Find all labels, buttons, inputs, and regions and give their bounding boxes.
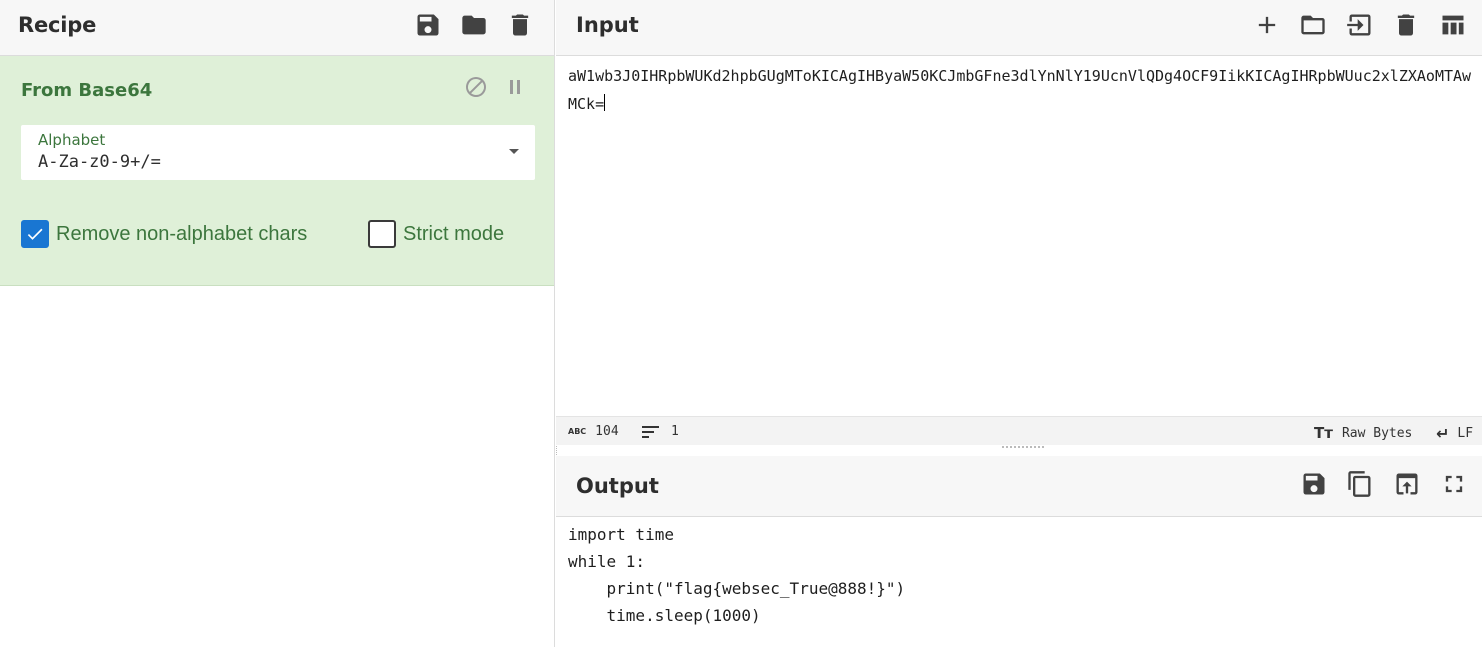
recipe-header: Recipe bbox=[0, 0, 554, 56]
alphabet-select[interactable]: Alphabet A-Za-z0-9+/= bbox=[21, 125, 535, 180]
output-panel: Output import time while 1: print("flag{… bbox=[556, 456, 1482, 647]
replace-input-button[interactable] bbox=[1392, 469, 1422, 499]
input-panel: Input aW1wb3J0IHRpbWUKd2hpbGUgMToKICAgIH… bbox=[556, 0, 1482, 445]
save-icon bbox=[1303, 473, 1325, 495]
output-textarea[interactable]: import time while 1: print("flag{websec_… bbox=[568, 521, 905, 629]
input-eol-button[interactable]: ↵ LF bbox=[1436, 424, 1473, 443]
output-title: Output bbox=[576, 474, 659, 498]
recipe-panel: Recipe From Base64 Alphabet A-Za-z0-9+/= bbox=[0, 0, 555, 647]
import-icon bbox=[1347, 14, 1371, 36]
input-lines-stat: 1 bbox=[642, 424, 679, 439]
input-length: 104 bbox=[595, 424, 619, 439]
maximise-output-button[interactable] bbox=[1439, 469, 1469, 499]
checkmark-icon bbox=[27, 228, 43, 240]
io-resize-handle[interactable] bbox=[1002, 446, 1044, 450]
load-recipe-button[interactable] bbox=[459, 10, 489, 40]
operation-title: From Base64 bbox=[21, 80, 153, 101]
operation-from-base64[interactable]: From Base64 Alphabet A-Za-z0-9+/= Remove… bbox=[0, 56, 554, 286]
abc-icon: ABC bbox=[568, 427, 587, 436]
input-header: Input bbox=[556, 0, 1482, 56]
input-eol: LF bbox=[1457, 426, 1474, 441]
remove-nonalphabet-label: Remove non-alphabet chars bbox=[56, 222, 308, 245]
input-textarea[interactable]: aW1wb3J0IHRpbWUKd2hpbGUgMToKICAgIHByaW50… bbox=[568, 62, 1478, 118]
input-title: Input bbox=[576, 13, 639, 37]
open-file-button[interactable] bbox=[1298, 10, 1328, 40]
input-length-stat: ABC 104 bbox=[568, 424, 619, 439]
lines-icon bbox=[642, 425, 659, 438]
save-icon bbox=[417, 14, 439, 36]
cyberchef-app: Recipe From Base64 Alphabet A-Za-z0-9+/= bbox=[0, 0, 1482, 647]
pause-operation-button[interactable] bbox=[502, 74, 528, 100]
trash-icon bbox=[511, 14, 529, 36]
input-lines: 1 bbox=[671, 424, 679, 439]
alphabet-label: Alphabet bbox=[38, 131, 106, 149]
remove-nonalphabet-checkbox[interactable]: Remove non-alphabet chars bbox=[21, 220, 307, 248]
trash-icon bbox=[1397, 14, 1415, 36]
input-encoding-button[interactable]: Tт Raw Bytes bbox=[1314, 424, 1412, 442]
strict-mode-label: Strict mode bbox=[403, 222, 505, 245]
layout-icon bbox=[1442, 15, 1464, 35]
input-text-content: aW1wb3J0IHRpbWUKd2hpbGUgMToKICAgIHByaW50… bbox=[568, 67, 1472, 113]
checkbox-checked[interactable] bbox=[21, 220, 49, 248]
copy-output-button[interactable] bbox=[1345, 469, 1375, 499]
recipe-title: Recipe bbox=[18, 13, 97, 37]
clear-input-button[interactable] bbox=[1391, 10, 1421, 40]
folder-icon bbox=[462, 15, 486, 35]
pause-icon bbox=[510, 80, 520, 94]
input-encoding: Raw Bytes bbox=[1341, 425, 1413, 441]
open-folder-button[interactable] bbox=[1345, 10, 1375, 40]
reset-layout-button[interactable] bbox=[1438, 10, 1468, 40]
fullscreen-icon bbox=[1445, 475, 1463, 493]
copy-icon bbox=[1348, 471, 1371, 497]
text-cursor bbox=[604, 94, 606, 111]
strict-mode-checkbox[interactable]: Strict mode bbox=[368, 220, 504, 248]
clear-recipe-button[interactable] bbox=[505, 10, 535, 40]
add-input-tab-button[interactable] bbox=[1252, 10, 1282, 40]
save-recipe-button[interactable] bbox=[413, 10, 443, 40]
checkbox-unchecked[interactable] bbox=[368, 220, 396, 248]
output-header: Output bbox=[556, 456, 1482, 517]
alphabet-value: A-Za-z0-9+/= bbox=[38, 152, 161, 172]
disable-icon bbox=[466, 77, 486, 97]
save-output-button[interactable] bbox=[1299, 469, 1329, 499]
replace-input-icon bbox=[1396, 473, 1418, 495]
input-status-bar: ABC 104 1 Tт Raw Bytes ↵ LF bbox=[556, 416, 1482, 445]
text-encoding-icon: Tт bbox=[1314, 424, 1333, 442]
return-icon: ↵ bbox=[1436, 424, 1450, 443]
folder-icon bbox=[1301, 15, 1325, 35]
disable-operation-button[interactable] bbox=[463, 74, 489, 100]
plus-icon bbox=[1258, 16, 1276, 34]
chevron-down-icon bbox=[509, 149, 519, 154]
